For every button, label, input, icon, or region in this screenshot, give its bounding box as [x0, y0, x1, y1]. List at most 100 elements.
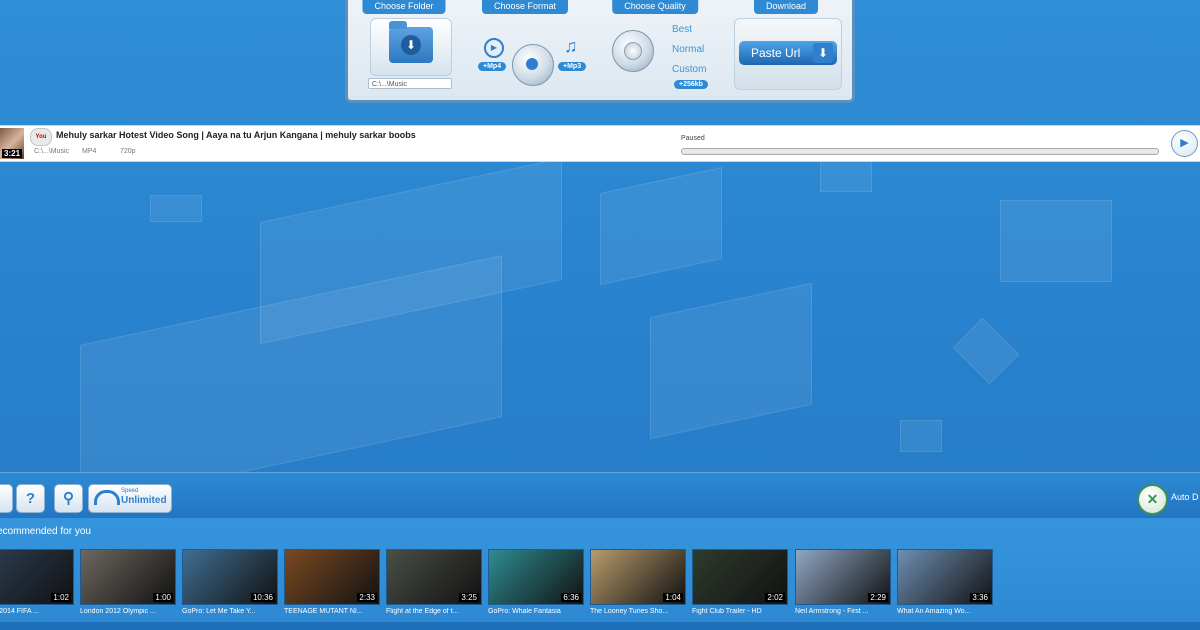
recommended-video-title: ORTS 2014 FIFA ...	[0, 608, 39, 615]
recommended-video-thumbnail: 2:02	[692, 549, 788, 605]
recommended-video-duration: 2:29	[868, 593, 888, 602]
recommended-video-duration: 1:02	[51, 593, 71, 602]
recommended-video-thumbnail: 3:25	[386, 549, 482, 605]
recommended-video-title: GoPro: Let Me Take Y...	[182, 608, 256, 615]
folder-icon: ⬇	[389, 21, 433, 63]
recommended-video-title: TEENAGE MUTANT NI...	[284, 608, 363, 615]
recommended-video-duration: 1:00	[153, 593, 173, 602]
download-status: Paused	[681, 135, 705, 142]
video-quality: 720p	[120, 148, 136, 155]
auto-detect-icon[interactable]: ✕	[1137, 484, 1168, 515]
recommended-video-thumbnail: 1:00	[80, 549, 176, 605]
mp3-format-option[interactable]: +Mp3	[558, 62, 587, 71]
bottom-edge	[0, 622, 1200, 630]
background-tile	[150, 195, 202, 222]
bottom-bar: ? ⚲ Speed Unlimited ✕ Auto D	[0, 472, 1200, 519]
quality-option-normal[interactable]: Normal	[672, 44, 704, 55]
menu-button[interactable]	[0, 484, 13, 513]
choose-folder-panel: Choose Folder ⬇ C:\...\Music	[348, 0, 465, 96]
recommended-video[interactable]: 2:02 Fight Club Trailer - HD	[692, 549, 788, 615]
recommended-video[interactable]: 3:36 What An Amazing Wo...	[897, 549, 993, 615]
recommended-video[interactable]: 2:29 Neil Armstrong - First ...	[795, 549, 891, 615]
resume-button[interactable]: ▶	[1171, 130, 1198, 157]
download-arrow-icon: ⬇	[813, 43, 833, 63]
download-arrow-icon: ⬇	[401, 35, 421, 55]
background-tile	[600, 167, 722, 285]
recommended-video-title: The Looney Tunes Sho...	[590, 608, 669, 615]
search-icon: ⚲	[63, 490, 74, 507]
mp4-format-option[interactable]: +Mp4	[478, 62, 507, 71]
recommended-video-thumbnail: 1:04	[590, 549, 686, 605]
recommended-video-duration: 6:36	[561, 593, 581, 602]
play-icon: ▶	[484, 38, 504, 58]
choose-format-panel: Choose Format ▶ ♫ +Mp4 +Mp3	[460, 0, 595, 96]
speed-gauge-icon	[94, 490, 120, 505]
background-tile	[900, 420, 942, 452]
recommended-video[interactable]: 2:33 TEENAGE MUTANT NI...	[284, 549, 380, 615]
background-tile	[650, 282, 812, 440]
recommended-video[interactable]: 1:00 London 2012 Olympic ...	[80, 549, 176, 615]
paste-url-button[interactable]: Paste Url ⬇	[739, 41, 837, 65]
background-tile	[952, 317, 1020, 385]
video-format: MP4	[82, 148, 97, 155]
recommended-video[interactable]: 6:36 GoPro: Whale Fantasia	[488, 549, 584, 615]
paste-area: Paste Url ⬇	[734, 18, 842, 90]
save-path: C:\...\Music	[34, 148, 70, 155]
video-thumbnail: 3:21	[0, 128, 24, 159]
recommended-video-title: London 2012 Olympic ...	[80, 608, 156, 615]
quality-option-custom[interactable]: Custom	[672, 64, 706, 75]
recommended-heading: ecommended for you	[0, 526, 91, 537]
quality-dial[interactable]	[612, 30, 654, 72]
recommended-video-thumbnail: 2:29	[795, 549, 891, 605]
quality-option-best[interactable]: Best	[672, 24, 692, 35]
recommended-video[interactable]: 1:04 The Looney Tunes Sho...	[590, 549, 686, 615]
download-item[interactable]: 3:21 You Mehuly sarkar Hotest Video Song…	[0, 125, 1200, 162]
help-button[interactable]: ?	[16, 484, 45, 513]
recommended-section: ecommended for you 1:02 ORTS 2014 FIFA ..…	[0, 518, 1200, 630]
download-progress-bar	[681, 148, 1159, 155]
choose-quality-header: Choose Quality	[612, 0, 698, 14]
speed-button[interactable]: Speed Unlimited	[88, 484, 172, 513]
recommended-video-title: GoPro: Whale Fantasia	[488, 608, 561, 615]
background-tile	[1000, 200, 1112, 282]
recommended-video-thumbnail: 1:02	[0, 549, 74, 605]
recommended-video-duration: 3:25	[459, 593, 479, 602]
youtube-icon: You	[30, 128, 52, 146]
speed-value: Unlimited	[121, 495, 167, 506]
recommended-video[interactable]: 3:25 Flight at the Edge of t...	[386, 549, 482, 615]
recommended-video-duration: 10:36	[250, 593, 275, 602]
toolbar: Choose Folder ⬇ C:\...\Music Choose Form…	[345, 0, 855, 103]
choose-format-header: Choose Format	[481, 0, 569, 14]
recommended-video-title: Flight at the Edge of t...	[386, 608, 459, 615]
paste-url-label: Paste Url	[751, 46, 801, 60]
choose-folder-button[interactable]: ⬇	[370, 18, 452, 76]
recommended-video-thumbnail: 2:33	[284, 549, 380, 605]
recommended-video-title: Neil Armstrong - First ...	[795, 608, 869, 615]
recommended-video-duration: 2:02	[765, 593, 785, 602]
download-panel: Download Paste Url ⬇	[720, 0, 852, 96]
recommended-video-thumbnail: 10:36	[182, 549, 278, 605]
bitrate-badge[interactable]: +256kb	[674, 80, 708, 89]
recommended-video[interactable]: 10:36 GoPro: Let Me Take Y...	[182, 549, 278, 615]
recommended-video-thumbnail: 3:36	[897, 549, 993, 605]
recommended-video-duration: 2:33	[357, 593, 377, 602]
choose-folder-header: Choose Folder	[362, 0, 446, 14]
recommended-video-duration: 3:36	[970, 593, 990, 602]
recommended-video-thumbnail: 6:36	[488, 549, 584, 605]
quality-dial-center	[624, 42, 642, 60]
video-title: Mehuly sarkar Hotest Video Song | Aaya n…	[56, 130, 416, 140]
music-note-icon: ♫	[564, 36, 578, 56]
format-dial[interactable]	[512, 44, 554, 86]
recommended-video-title: What An Amazing Wo...	[897, 608, 971, 615]
recommended-video[interactable]: 1:02 ORTS 2014 FIFA ...	[0, 549, 74, 615]
choose-quality-panel: Choose Quality Best Normal Custom +256kb	[590, 0, 725, 96]
video-duration: 3:21	[2, 149, 23, 158]
recommended-video-duration: 1:04	[663, 593, 683, 602]
search-button[interactable]: ⚲	[54, 484, 83, 513]
speed-label: Speed	[121, 488, 139, 494]
recommended-video-title: Fight Club Trailer - HD	[692, 608, 762, 615]
auto-detect-label[interactable]: Auto D	[1171, 492, 1199, 502]
folder-path-field[interactable]: C:\...\Music	[368, 78, 452, 89]
background-tile	[820, 160, 872, 192]
download-header: Download	[753, 0, 819, 14]
